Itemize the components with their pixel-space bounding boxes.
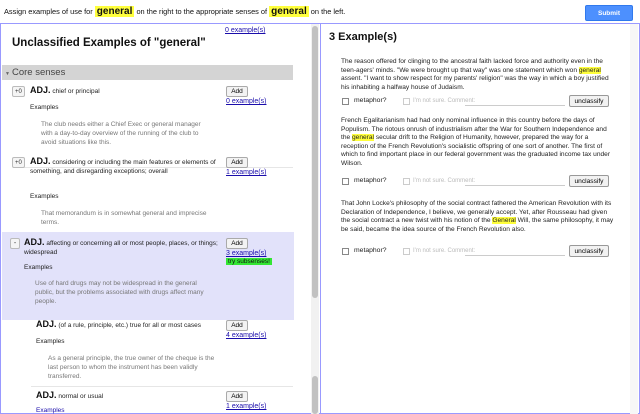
sense-definition: normal or usual (58, 393, 104, 400)
example-text: The reason offered for clinging to the a… (341, 58, 617, 92)
sense-pos: ADJ. (30, 156, 51, 166)
unclassified-count-link[interactable]: 0 example(s) (225, 27, 265, 34)
scrollbar-thumb-lower[interactable] (312, 376, 318, 414)
sense-definition: chief or principal (52, 88, 100, 95)
sense-pos: ADJ. (24, 237, 45, 247)
sense-definition-line: ADJ. chief or principal (30, 86, 220, 96)
keyword-highlight-2: general (269, 6, 309, 17)
right-scrollbar-track[interactable] (630, 24, 638, 414)
scrollbar-thumb[interactable] (312, 26, 318, 298)
example-after: assent. "I want to show respect for my p… (341, 75, 609, 91)
add-button[interactable]: Add (226, 320, 248, 331)
instructions-suffix: on the left. (310, 7, 346, 16)
subsense-item: ADJ. (of a rule, principle, etc.) true f… (2, 320, 294, 392)
senses-pane: 0 example(s) Unclassified Examples of "g… (1, 24, 320, 414)
example-keyword: General (492, 217, 516, 225)
example-text: That John Locke's philosophy of the soci… (341, 200, 617, 234)
metaphor-label: metaphor? (354, 177, 387, 184)
example-controls: metaphor? I'm not sure. Comment: unclass… (341, 175, 611, 189)
sense-definition: (of a rule, principle, etc.) true for al… (58, 322, 202, 329)
instructions-middle: on the right to the appropriate senses o… (136, 7, 268, 16)
unclassify-button[interactable]: unclassify (569, 175, 609, 187)
keyword-highlight: general (94, 6, 135, 17)
metaphor-label: metaphor? (354, 247, 387, 254)
top-bar: Assign examples of use for general on th… (0, 0, 640, 24)
add-button[interactable]: Add (226, 238, 248, 249)
subsense-item: ADJ. normal or usual Examples Add 1 exam… (2, 390, 294, 414)
example-after: secular drift to the Religion of Humanit… (341, 134, 611, 167)
examples-label: Examples (36, 407, 65, 414)
examples-label: Examples (30, 193, 59, 200)
example-count-link[interactable]: 0 example(s) (226, 98, 266, 105)
metaphor-checkbox[interactable] (342, 248, 349, 255)
collapse-triangle-icon[interactable]: ▼ (5, 71, 10, 77)
comment-field[interactable] (465, 96, 565, 106)
example-keyword: general (578, 66, 601, 74)
sense-definition-line: ADJ. normal or usual (36, 391, 226, 401)
add-button[interactable]: Add (226, 157, 248, 168)
sense-item-selected[interactable]: - ADJ. affecting or concerning all or mo… (2, 232, 294, 320)
sense-definition-line: ADJ. (of a rule, principle, etc.) true f… (36, 320, 226, 330)
instructions-prefix: Assign examples of use for (4, 7, 93, 16)
sense-pos: ADJ. (36, 319, 57, 329)
unclassify-button[interactable]: unclassify (569, 245, 609, 257)
example-count-link[interactable]: 4 example(s) (226, 332, 266, 339)
add-button[interactable]: Add (226, 391, 248, 402)
metaphor-checkbox[interactable] (342, 178, 349, 185)
try-subsenses-hint: try subsenses! (226, 258, 272, 265)
comment-field[interactable] (465, 176, 565, 186)
example-controls: metaphor? I'm not sure. Comment: unclass… (341, 95, 611, 109)
sense-pos: ADJ. (36, 390, 57, 400)
metaphor-label: metaphor? (354, 97, 387, 104)
sense-definition: considering or including the main featur… (30, 159, 216, 175)
example-count-link[interactable]: 1 example(s) (226, 169, 266, 176)
vote-button[interactable]: +0 (12, 157, 25, 168)
sense-example: That memorandum is in somewhat general a… (41, 210, 207, 226)
sense-example: The club needs either a Chief Exec or ge… (41, 121, 201, 146)
examples-pane: 3 Example(s) The reason offered for clin… (321, 24, 639, 414)
example-count-link[interactable]: 1 example(s) (226, 403, 266, 410)
example-text: French Egalitarianism had had only nomin… (341, 117, 617, 169)
example-controls: metaphor? I'm not sure. Comment: unclass… (341, 245, 611, 259)
unclassified-title: Unclassified Examples of "general" (12, 37, 206, 49)
example-count-link[interactable]: 3 example(s) (226, 250, 266, 257)
unsure-checkbox[interactable] (403, 98, 410, 105)
collapse-button[interactable]: - (10, 238, 20, 249)
add-button[interactable]: Add (226, 86, 248, 97)
submit-button[interactable]: Submit (585, 5, 633, 21)
examples-label: Examples (24, 264, 53, 271)
sense-definition: affecting or concerning all or most peop… (24, 240, 218, 256)
example-before: The reason offered for clinging to the a… (341, 58, 603, 74)
vote-button[interactable]: +0 (12, 86, 25, 97)
examples-title: 3 Example(s) (329, 31, 397, 43)
section-label: Core senses (12, 67, 66, 78)
sense-divider (31, 386, 293, 387)
example-keyword: general (352, 134, 374, 142)
sense-definition-line: ADJ. considering or including the main f… (30, 157, 220, 176)
section-header-core-senses[interactable]: ▼ Core senses (2, 65, 293, 80)
examples-label: Examples (36, 338, 65, 345)
unsure-checkbox[interactable] (403, 178, 410, 185)
sense-definition-line: ADJ. affecting or concerning all or most… (24, 238, 220, 257)
unsure-checkbox[interactable] (403, 248, 410, 255)
comment-field[interactable] (465, 246, 565, 256)
sense-pos: ADJ. (30, 85, 51, 95)
examples-label: Examples (30, 104, 59, 111)
unclassify-button[interactable]: unclassify (569, 95, 609, 107)
metaphor-checkbox[interactable] (342, 98, 349, 105)
sense-example: As a general principle, the true owner o… (48, 355, 215, 380)
instructions: Assign examples of use for general on th… (4, 6, 345, 17)
sense-example: Use of hard drugs may not be widespread … (35, 280, 204, 305)
